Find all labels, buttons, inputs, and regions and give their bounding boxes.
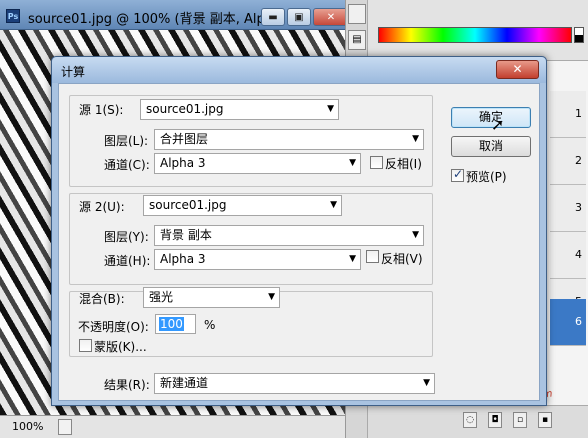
chevron-down-icon: ▼	[412, 230, 419, 240]
source1-channel-label: 通道(C):	[104, 158, 150, 172]
opacity-label: 不透明度(O):	[78, 320, 149, 334]
source2-invert-checkbox[interactable]	[366, 250, 379, 263]
source1-layer-select[interactable]: 合并图层 ▼	[154, 129, 424, 150]
result-label: 结果(R):	[104, 378, 150, 392]
result-select[interactable]: 新建通道 ▼	[154, 373, 435, 394]
dialog-titlebar[interactable]: 计算 ✕	[52, 57, 546, 83]
mouse-cursor-icon: ➚	[491, 115, 505, 134]
source2-layer-label: 图层(Y):	[104, 230, 149, 244]
zoom-level[interactable]: 100%	[12, 420, 43, 433]
mask-checkbox[interactable]	[79, 339, 92, 352]
list-item[interactable]: 2	[550, 138, 586, 185]
cancel-button[interactable]: 取消	[451, 136, 531, 157]
document-titlebar[interactable]: Ps source01.jpg @ 100% (背景 副本, Alp... ▬ …	[0, 0, 349, 30]
new-channel-icon[interactable]: ▫	[513, 412, 527, 428]
chevron-down-icon: ▼	[349, 254, 356, 264]
load-selection-icon[interactable]: ◌	[463, 412, 477, 428]
source1-layer-label: 图层(L):	[104, 134, 149, 148]
opacity-value: 100	[159, 317, 184, 331]
mask-label: 蒙版(K)...	[94, 340, 147, 354]
source1-file-select[interactable]: source01.jpg ▼	[140, 99, 339, 120]
source2-invert-label: 反相(V)	[381, 252, 423, 266]
source2-layer-select[interactable]: 背景 副本 ▼	[154, 225, 424, 246]
status-bar: 100%	[0, 415, 345, 438]
save-selection-icon[interactable]: ◘	[488, 412, 502, 428]
source1-invert-label: 反相(I)	[385, 157, 422, 171]
chevron-down-icon: ▼	[349, 158, 356, 168]
color-spectrum[interactable]	[378, 27, 572, 43]
list-item[interactable]: 4	[550, 232, 586, 279]
panel-toggle-icon[interactable]: ▤	[348, 30, 366, 50]
close-dialog-button[interactable]: ✕	[496, 60, 539, 79]
source2-file-select[interactable]: source01.jpg ▼	[143, 195, 342, 216]
list-item[interactable]: 1	[550, 91, 586, 138]
chevron-down-icon: ▼	[330, 200, 337, 210]
list-item[interactable]: 3	[550, 185, 586, 232]
photoshop-icon: Ps	[6, 9, 20, 23]
preview-checkbox[interactable]	[451, 167, 464, 182]
chevron-down-icon: ▼	[423, 378, 430, 388]
panel-footer: ◌ ◘ ▫ ▪	[368, 405, 588, 438]
dialog-body: 源 1(S): source01.jpg ▼ 图层(L): 合并图层 ▼ 通道(C)…	[58, 83, 540, 401]
delete-channel-icon[interactable]: ▪	[538, 412, 552, 428]
preview-label: 预览(P)	[466, 170, 507, 184]
source2-channel-select[interactable]: Alpha 3 ▼	[154, 249, 361, 270]
source1-invert-checkbox[interactable]	[370, 156, 383, 169]
document-title: source01.jpg @ 100% (背景 副本, Alp...	[28, 12, 278, 27]
minimize-button[interactable]: ▬	[261, 8, 285, 26]
blend-mode-select[interactable]: 强光 ▼	[143, 287, 280, 308]
source2-label: 源 2(U):	[79, 200, 125, 214]
calculations-dialog: 计算 ✕ 源 1(S): source01.jpg ▼ 图层(L): 合并图层 ▼ …	[51, 56, 547, 406]
source1-label: 源 1(S):	[79, 103, 124, 117]
opacity-unit: %	[204, 318, 216, 332]
dock-handle-icon[interactable]	[348, 4, 366, 24]
source2-channel-label: 通道(H):	[104, 254, 151, 268]
opacity-input[interactable]: 100	[155, 314, 196, 334]
close-window-button[interactable]: ✕	[313, 8, 349, 26]
window-controls: ▬ ▣ ✕	[261, 8, 349, 26]
dialog-title: 计算	[61, 65, 86, 79]
chevron-down-icon: ▼	[327, 104, 334, 114]
chevron-down-icon: ▼	[412, 134, 419, 144]
restore-button[interactable]: ▣	[287, 8, 311, 26]
source1-channel-select[interactable]: Alpha 3 ▼	[154, 153, 361, 174]
black-white-swatch[interactable]	[574, 27, 584, 43]
list-item-active[interactable]: 6	[550, 299, 586, 346]
blending-label: 混合(B):	[79, 292, 125, 306]
status-info-icon[interactable]	[58, 419, 72, 435]
chevron-down-icon: ▼	[268, 292, 275, 302]
